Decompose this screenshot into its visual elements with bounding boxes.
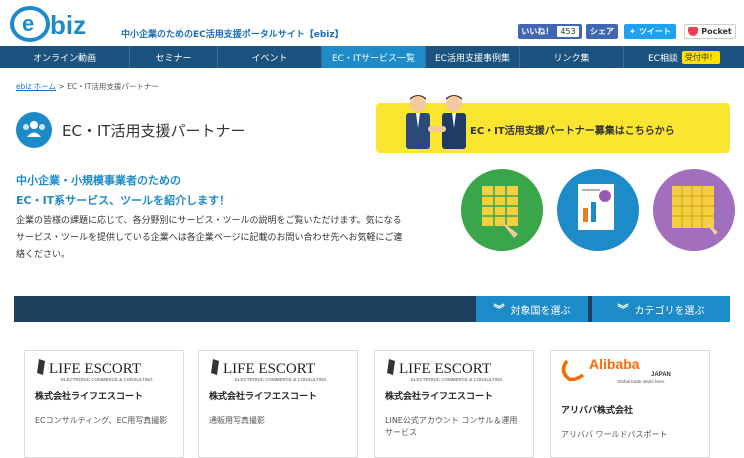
- card-logo-text: Alibaba: [589, 356, 640, 372]
- card-description: ECコンサルティング、EC用写真撮影: [35, 416, 168, 425]
- nav-links[interactable]: リンク集: [520, 46, 624, 68]
- tweet-label: ツイート: [638, 27, 671, 36]
- card-logo-text: LIFE ESCORT: [223, 361, 315, 377]
- report-chart-illustration-icon: [557, 169, 639, 251]
- card-company-name: 株式会社ライフエスコート: [35, 392, 144, 402]
- tweet-button[interactable]: ✦ ツイート: [624, 24, 676, 39]
- life-escort-logo: LIFE ESCORT ELECTRONIC COMMERCE & CONSUL…: [37, 359, 153, 382]
- site-header: e biz 中小企業のためのEC活用支援ポータルサイト【ebiz】 いいね！ 4…: [0, 0, 744, 46]
- ebiz-logo[interactable]: e biz: [10, 4, 112, 42]
- card-description: LINE公式アカウント コンサル＆運用サービス: [385, 416, 518, 437]
- consult-open-badge: 受付中！: [681, 50, 720, 64]
- pocket-label: Pocket: [701, 27, 732, 36]
- facebook-share-button[interactable]: シェア: [586, 24, 618, 39]
- card-logo-text: LIFE ESCORT: [399, 361, 491, 377]
- nav-ec-consult-label: EC相談: [648, 53, 678, 64]
- business-people-handshake-icon: [406, 95, 466, 149]
- select-category-button[interactable]: ︾ カテゴリを選ぶ: [592, 296, 730, 322]
- site-tagline: 中小企業のためのEC活用支援ポータルサイト【ebiz】: [121, 30, 344, 40]
- card-logo-tagline: Global trade starts here.: [617, 379, 665, 384]
- partner-card[interactable]: LIFE ESCORT ELECTRONIC COMMERCE & CONSUL…: [374, 350, 534, 458]
- nav-ec-it-services[interactable]: EC・ITサービス一覧: [322, 46, 426, 68]
- page-title: EC・IT活用支援パートナー: [62, 122, 246, 140]
- partner-card[interactable]: LIFE ESCORT ELECTRONIC COMMERCE & CONSUL…: [198, 350, 358, 458]
- breadcrumb: ebiz ホーム > EC・IT活用支援パートナー: [16, 81, 159, 92]
- lead-line-2: EC・IT系サービス、ツールを紹介します！: [16, 194, 231, 207]
- card-logo-text: LIFE ESCORT: [49, 361, 141, 377]
- card-company-name: アリババ株式会社: [561, 406, 634, 416]
- partner-card[interactable]: Alibaba JAPAN Global trade starts here. …: [550, 350, 710, 458]
- pocket-icon: [688, 27, 699, 36]
- select-category-label: カテゴリを選ぶ: [634, 305, 705, 317]
- partner-card[interactable]: LIFE ESCORT ELECTRONIC COMMERCE & CONSUL…: [24, 350, 184, 458]
- partners-icon: [16, 112, 52, 148]
- spreadsheet-illustration-icon: [461, 169, 543, 251]
- nav-seminar[interactable]: セミナー: [130, 46, 218, 68]
- lead-description: 企業の皆様の課題に応じて、各分野別にサービス・ツールの説明をご覧いただけます。気…: [16, 216, 403, 260]
- fb-like-label: いいね！: [521, 27, 554, 36]
- card-description: 通販用写真撮影: [209, 416, 265, 425]
- breadcrumb-home[interactable]: ebiz ホーム: [16, 82, 56, 91]
- card-logo-sub: ELECTRONIC COMMERCE & CONSULTING: [61, 377, 153, 382]
- global-nav: オンライン動画 セミナー イベント EC・ITサービス一覧 EC活用支援事例集 …: [0, 46, 744, 68]
- facebook-like-button[interactable]: いいね！ 453: [518, 24, 582, 39]
- life-escort-logo: LIFE ESCORT ELECTRONIC COMMERCE & CONSUL…: [387, 359, 503, 382]
- life-escort-logo: LIFE ESCORT ELECTRONIC COMMERCE & CONSUL…: [211, 359, 327, 382]
- partner-recruit-text[interactable]: EC・IT活用支援パートナー募集はこちらから: [470, 122, 675, 137]
- alibaba-japan-logo: Alibaba JAPAN Global trade starts here.: [561, 356, 671, 384]
- card-company-name: 株式会社ライフエスコート: [385, 392, 494, 402]
- pocket-button[interactable]: Pocket: [684, 24, 736, 39]
- svg-text:e: e: [22, 11, 34, 36]
- nav-ec-consult[interactable]: EC相談 受付中！: [624, 46, 744, 68]
- breadcrumb-current: EC・IT活用支援パートナー: [67, 82, 159, 91]
- svg-text:biz: biz: [50, 10, 86, 40]
- nav-case-studies[interactable]: EC活用支援事例集: [426, 46, 520, 68]
- select-country-button[interactable]: ︾ 対象国を選ぶ: [476, 296, 588, 322]
- twitter-bird-icon: ✦: [629, 27, 636, 36]
- double-chevron-down-icon: ︾: [493, 303, 505, 316]
- card-logo-sub: JAPAN: [651, 372, 671, 378]
- double-chevron-down-icon: ︾: [617, 303, 629, 316]
- breadcrumb-sep: >: [58, 82, 65, 91]
- card-description: アリババ ワールドパスポート: [561, 430, 668, 439]
- fb-like-count: 453: [557, 26, 579, 37]
- card-company-name: 株式会社ライフエスコート: [209, 392, 318, 402]
- select-country-label: 対象国を選ぶ: [510, 305, 571, 317]
- card-logo-sub: ELECTRONIC COMMERCE & CONSULTING: [235, 377, 327, 382]
- illustration-circles: [461, 169, 735, 251]
- nav-online-video[interactable]: オンライン動画: [0, 46, 130, 68]
- nav-event[interactable]: イベント: [218, 46, 322, 68]
- lead-line-1: 中小企業・小規模事業者のための: [16, 174, 181, 187]
- card-logo-sub: ELECTRONIC COMMERCE & CONSULTING: [411, 377, 503, 382]
- graph-paper-illustration-icon: [653, 169, 735, 251]
